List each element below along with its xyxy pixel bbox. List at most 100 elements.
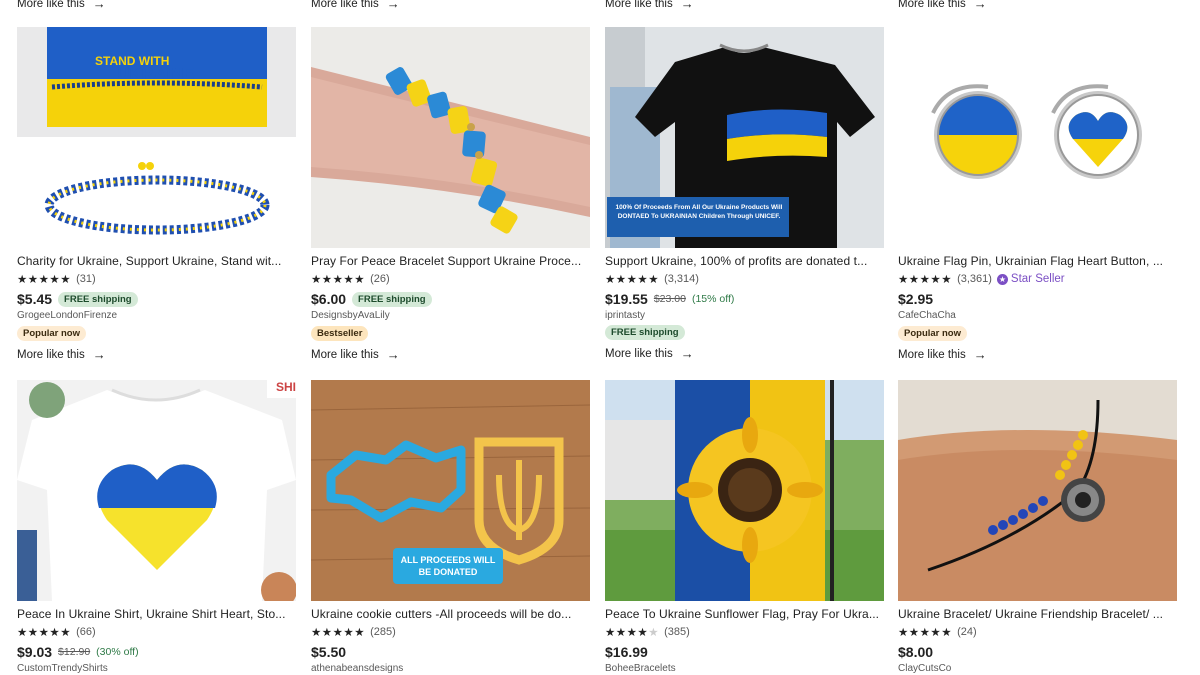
arrow-right-icon: → bbox=[680, 0, 694, 11]
price-row: $5.50 bbox=[311, 643, 590, 661]
price: $19.55 bbox=[605, 291, 648, 307]
image-text: 100% Of Proceeds From All Our Ukraine Pr… bbox=[615, 204, 783, 220]
listing-card[interactable]: Ukraine Bracelet/ Ukraine Friendship Bra… bbox=[898, 380, 1177, 674]
listing-card[interactable]: ALL PROCEEDS WILL BE DONATED Ukraine cook… bbox=[311, 380, 590, 674]
free-shipping-badge: FREE shipping bbox=[58, 291, 138, 307]
free-shipping-badge: FREE shipping bbox=[605, 325, 685, 340]
more-like-this-link[interactable]: More like this → bbox=[898, 0, 987, 11]
shop-name[interactable]: CustomTrendyShirts bbox=[17, 663, 296, 674]
review-count: (66) bbox=[76, 626, 96, 638]
price: $9.03 bbox=[17, 644, 53, 660]
shop-name[interactable]: iprintasty bbox=[605, 310, 884, 321]
review-count: (26) bbox=[370, 273, 390, 285]
star-rating-icon: ★★★★★ bbox=[311, 274, 366, 286]
discount-percent: (30% off) bbox=[96, 646, 139, 658]
price-row: $8.00 bbox=[898, 643, 1177, 661]
rating: ★★★★★ (3,361) ★ Star Seller bbox=[898, 272, 1177, 286]
more-like-this-label: More like this bbox=[605, 347, 673, 360]
listing-title[interactable]: Ukraine Bracelet/ Ukraine Friendship Bra… bbox=[898, 607, 1177, 621]
rating: ★★★★★ (66) bbox=[17, 625, 296, 639]
listing-title[interactable]: Charity for Ukraine, Support Ukraine, St… bbox=[17, 254, 296, 268]
arrow-right-icon: → bbox=[973, 0, 987, 11]
more-like-this-link[interactable]: More like this → bbox=[605, 346, 884, 361]
arrow-right-icon: → bbox=[386, 0, 400, 11]
listing-image-ukraine-flag-pins[interactable] bbox=[898, 27, 1177, 248]
image-text-line: BE DONATED bbox=[418, 567, 478, 577]
shop-name[interactable]: GrogeeLondonFirenze bbox=[17, 310, 296, 321]
listing-image-ukraine-cookie-cutters[interactable]: ALL PROCEEDS WILL BE DONATED bbox=[311, 380, 590, 601]
shop-name[interactable]: athenabeansdesigns bbox=[311, 663, 590, 674]
image-text: SHI bbox=[275, 380, 296, 394]
arrow-right-icon: → bbox=[386, 347, 400, 362]
more-like-this-label: More like this bbox=[17, 0, 85, 10]
price-row: $2.95 bbox=[898, 290, 1177, 308]
price-row: $6.00 FREE shipping bbox=[311, 290, 590, 308]
listing-image-pray-for-peace-bracelet[interactable] bbox=[311, 27, 590, 248]
more-like-this-link[interactable]: More like this → bbox=[311, 0, 400, 11]
shop-name[interactable]: DesignsbyAvaLily bbox=[311, 310, 590, 321]
star-rating-icon: ★★★★★ bbox=[898, 274, 953, 286]
arrow-right-icon: → bbox=[973, 347, 987, 362]
shop-name[interactable]: BoheeBracelets bbox=[605, 663, 884, 674]
bestseller-badge: Bestseller bbox=[311, 326, 369, 341]
listing-image-ukraine-friendship-bracelet[interactable] bbox=[898, 380, 1177, 601]
more-like-this-link[interactable]: More like this → bbox=[605, 0, 694, 11]
review-count: (24) bbox=[957, 626, 977, 638]
listing-card[interactable]: Ukraine Flag Pin, Ukrainian Flag Heart B… bbox=[898, 27, 1177, 362]
star-seller-badge: ★ Star Seller bbox=[996, 273, 1065, 285]
more-like-this-label: More like this bbox=[311, 348, 379, 361]
review-count: (3,361) bbox=[957, 273, 992, 285]
star-rating-icon: ★★★★★ bbox=[898, 627, 953, 639]
popular-now-badge: Popular now bbox=[898, 326, 967, 341]
free-shipping-badge: FREE shipping bbox=[352, 291, 432, 307]
listing-title[interactable]: Support Ukraine, 100% of profits are don… bbox=[605, 254, 884, 268]
price-row: $19.55 $23.00 (15% off) bbox=[605, 290, 884, 308]
rating: ★★★★★ (24) bbox=[898, 625, 1177, 639]
price: $16.99 bbox=[605, 644, 648, 660]
listing-card[interactable]: STAND WITH UKRAINE Charity for Ukraine, … bbox=[17, 27, 296, 362]
price: $5.50 bbox=[311, 644, 347, 660]
review-count: (385) bbox=[664, 626, 690, 638]
shop-name[interactable]: ClayCutsCo bbox=[898, 663, 1177, 674]
star-seller-icon: ★ bbox=[996, 273, 1008, 285]
more-like-this-label: More like this bbox=[311, 0, 379, 10]
shop-name[interactable]: CafeChaCha bbox=[898, 310, 1177, 321]
more-like-this-label: More like this bbox=[898, 348, 966, 361]
image-text-line: ALL PROCEEDS WILL bbox=[400, 555, 496, 565]
price-row: $16.99 bbox=[605, 643, 884, 661]
listing-title[interactable]: Peace In Ukraine Shirt, Ukraine Shirt He… bbox=[17, 607, 296, 621]
listing-card[interactable]: 100% Of Proceeds From All Our Ukraine Pr… bbox=[605, 27, 884, 361]
listing-card[interactable]: SHI Peace In Ukraine Shirt, Ukraine Shir… bbox=[17, 380, 296, 674]
original-price: $23.00 bbox=[653, 293, 686, 305]
listing-image-bracelet-stand-with-ukraine[interactable]: STAND WITH UKRAINE bbox=[17, 27, 296, 248]
more-like-this-label: More like this bbox=[605, 0, 673, 10]
review-count: (3,314) bbox=[664, 273, 699, 285]
listing-title[interactable]: Peace To Ukraine Sunflower Flag, Pray Fo… bbox=[605, 607, 884, 621]
listing-title[interactable]: Pray For Peace Bracelet Support Ukraine … bbox=[311, 254, 590, 268]
more-like-this-link[interactable]: More like this → bbox=[17, 0, 106, 11]
listing-title[interactable]: Ukraine Flag Pin, Ukrainian Flag Heart B… bbox=[898, 254, 1177, 268]
star-rating-icon: ★★★★★ bbox=[311, 627, 366, 639]
more-like-this-label: More like this bbox=[898, 0, 966, 10]
price: $2.95 bbox=[898, 291, 934, 307]
more-like-this-link[interactable]: More like this → bbox=[311, 347, 590, 362]
listing-image-support-ukraine-shirt[interactable]: 100% Of Proceeds From All Our Ukraine Pr… bbox=[605, 27, 884, 248]
listing-image-sunflower-flag[interactable] bbox=[605, 380, 884, 601]
listing-image-peace-ukraine-shirt[interactable]: SHI bbox=[17, 380, 296, 601]
rating: ★★★★★ (385) bbox=[605, 625, 884, 639]
listing-title[interactable]: Ukraine cookie cutters -All proceeds wil… bbox=[311, 607, 590, 621]
discount-percent: (15% off) bbox=[691, 293, 735, 305]
star-seller-label: Star Seller bbox=[1010, 273, 1065, 285]
image-text: ALL PROCEEDS WILL BE DONATED bbox=[393, 554, 503, 578]
arrow-right-icon: → bbox=[92, 347, 106, 362]
original-price: $12.90 bbox=[58, 646, 91, 658]
review-count: (285) bbox=[370, 626, 396, 638]
price-row: $5.45 FREE shipping bbox=[17, 290, 296, 308]
listing-card[interactable]: Pray For Peace Bracelet Support Ukraine … bbox=[311, 27, 590, 362]
listing-card[interactable]: Peace To Ukraine Sunflower Flag, Pray Fo… bbox=[605, 380, 884, 674]
star-rating-icon: ★★★★★ bbox=[605, 274, 660, 286]
more-like-this-label: More like this bbox=[17, 348, 85, 361]
more-like-this-link[interactable]: More like this → bbox=[898, 347, 1177, 362]
more-like-this-link[interactable]: More like this → bbox=[17, 347, 296, 362]
rating: ★★★★★ (26) bbox=[311, 272, 590, 286]
